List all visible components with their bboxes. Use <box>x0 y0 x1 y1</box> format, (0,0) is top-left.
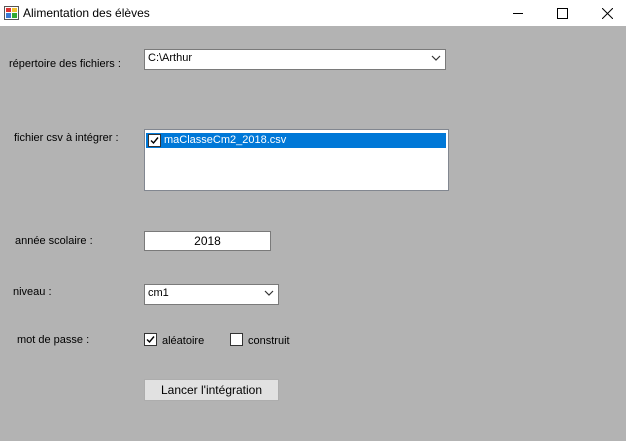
directory-value: C:\Arthur <box>148 52 193 64</box>
checkmark-icon <box>146 336 155 344</box>
csv-file-list[interactable]: maClasseCm2_2018.csv <box>144 129 449 191</box>
level-dropdown[interactable]: cm1 <box>144 284 279 305</box>
close-icon <box>601 7 613 19</box>
app-icon <box>4 6 19 20</box>
random-password-checkbox[interactable] <box>144 333 157 346</box>
checkmark-icon <box>150 137 159 145</box>
csv-file-checkbox[interactable] <box>148 134 161 147</box>
minimize-button[interactable] <box>495 0 541 26</box>
title-bar: Alimentation des élèves <box>0 0 626 26</box>
built-password-checkbox[interactable] <box>230 333 243 346</box>
directory-label: répertoire des fichiers : <box>9 58 121 70</box>
app-window: Alimentation des élèves répertoire des f… <box>0 0 626 441</box>
year-label: année scolaire : <box>15 235 93 247</box>
built-password-label[interactable]: construit <box>248 335 290 347</box>
random-password-label[interactable]: aléatoire <box>162 335 204 347</box>
csv-label: fichier csv à intégrer : <box>14 132 119 144</box>
level-label: niveau : <box>13 286 52 298</box>
maximize-button[interactable] <box>539 0 585 26</box>
list-item[interactable]: maClasseCm2_2018.csv <box>146 133 446 148</box>
chevron-down-icon <box>431 55 441 61</box>
window-title: Alimentation des élèves <box>23 6 150 20</box>
password-label: mot de passe : <box>17 334 90 346</box>
level-value: cm1 <box>148 287 169 299</box>
year-input[interactable]: 2018 <box>144 231 271 251</box>
maximize-icon <box>556 7 568 19</box>
minimize-icon <box>512 12 523 14</box>
directory-dropdown[interactable]: C:\Arthur <box>144 49 446 70</box>
csv-file-name: maClasseCm2_2018.csv <box>164 134 287 146</box>
start-integration-button[interactable]: Lancer l'intégration <box>144 379 279 401</box>
form-area: répertoire des fichiers : C:\Arthur fich… <box>0 26 626 441</box>
close-button[interactable] <box>584 0 626 26</box>
chevron-down-icon <box>264 290 274 296</box>
